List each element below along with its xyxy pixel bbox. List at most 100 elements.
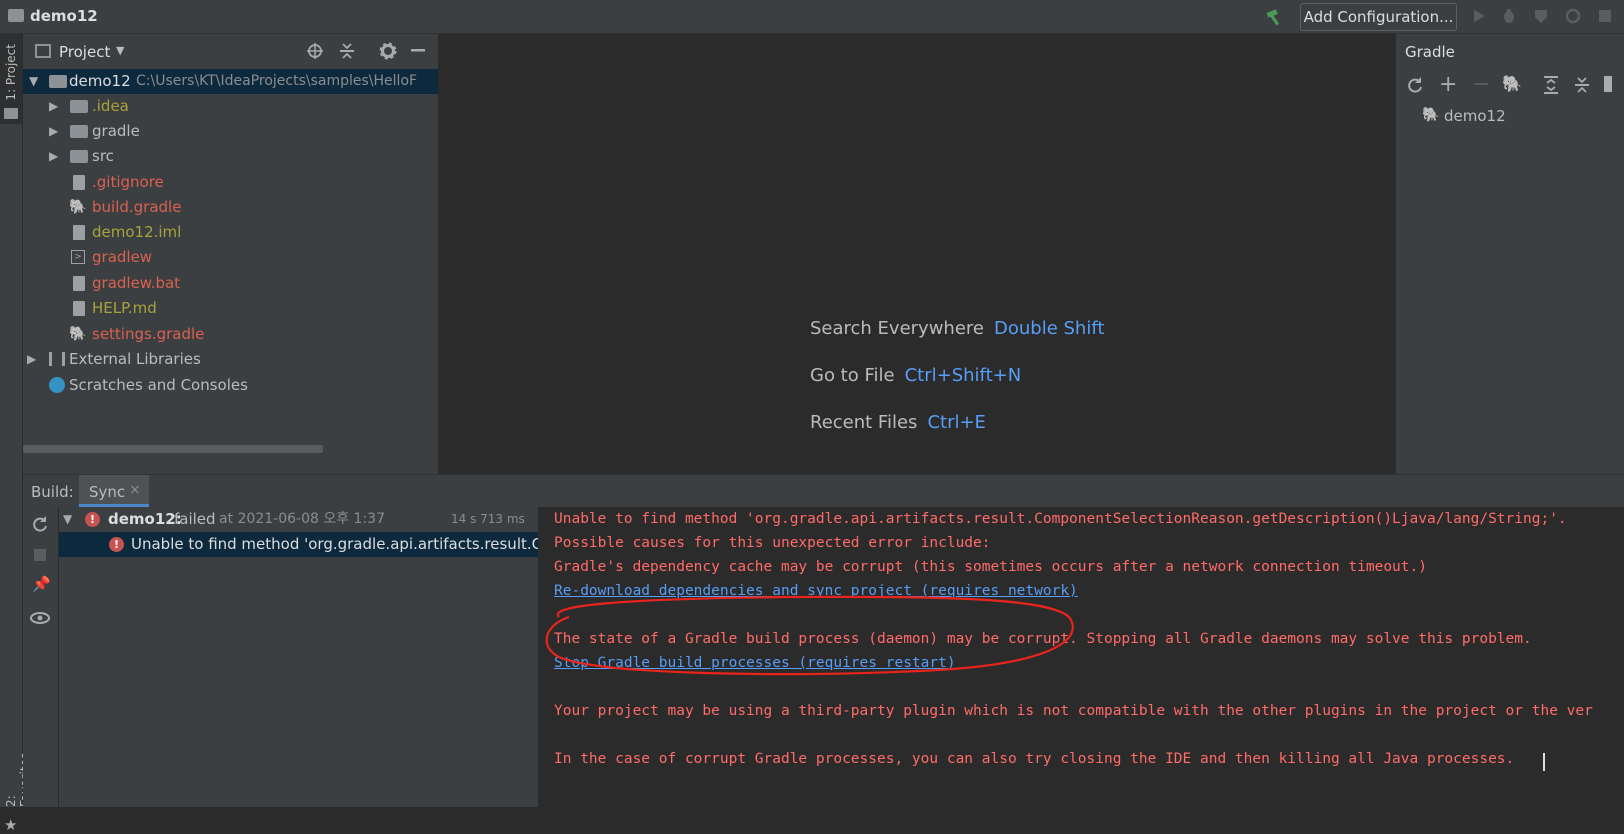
iml-file-icon: [73, 225, 85, 240]
build-error-text: Unable to find method 'org.gradle.api.ar…: [131, 535, 538, 553]
expand-all-icon[interactable]: [1543, 76, 1559, 94]
hint-recent-files: Recent Files Ctrl+E: [810, 412, 986, 433]
hint-shortcut: Double Shift: [994, 318, 1105, 339]
more-icon[interactable]: [1604, 76, 1612, 92]
collapse-all-icon[interactable]: [339, 42, 355, 60]
refresh-icon[interactable]: [31, 515, 49, 533]
tree-item-label: gradlew.bat: [92, 274, 181, 292]
tab-label: Sync: [89, 483, 126, 501]
build-result-time: at 2021-06-08 오후 1:37: [219, 511, 385, 527]
hint-shortcut: Ctrl+Shift+N: [904, 365, 1022, 386]
star-icon: ★: [4, 816, 18, 834]
stop-icon[interactable]: [34, 549, 46, 561]
build-error-row[interactable]: ! Unable to find method 'org.gradle.api.…: [59, 532, 538, 557]
tree-item-label: src: [92, 147, 114, 165]
chevron-right-icon[interactable]: ▶: [27, 347, 36, 372]
hint-action: Recent Files: [810, 412, 918, 433]
chevron-right-icon[interactable]: ▶: [49, 119, 58, 144]
horizontal-scrollbar[interactable]: [23, 445, 323, 453]
gradle-panel: Gradle + − 🐘 🐘 demo12: [1395, 34, 1624, 474]
tree-item-label: Scratches and Consoles: [69, 376, 248, 394]
coverage-icon[interactable]: [1532, 7, 1550, 25]
libraries-icon: [49, 352, 65, 366]
gradle-elephant-icon: 🐘: [69, 326, 87, 342]
tree-item-help-md[interactable]: HELP.md: [23, 296, 438, 321]
eye-icon[interactable]: [30, 611, 50, 625]
collapse-all-icon[interactable]: [1574, 76, 1590, 94]
run-icon[interactable]: [1471, 8, 1487, 24]
hand-drawn-annotation-circle: [545, 595, 1074, 676]
scratches-icon: [49, 377, 65, 393]
hint-action: Search Everywhere: [810, 318, 984, 339]
profile-icon[interactable]: [1564, 7, 1582, 25]
minimize-icon[interactable]: [411, 49, 425, 53]
tree-item-src[interactable]: ▶ src: [23, 144, 438, 169]
pin-icon[interactable]: 📌: [32, 575, 51, 593]
project-panel-header: Project ▼: [23, 34, 438, 69]
tree-item-external-libraries[interactable]: ▶ External Libraries: [23, 347, 438, 372]
module-folder-icon: [49, 75, 67, 88]
window-title: demo12: [30, 7, 98, 25]
tree-item-label: gradlew: [92, 248, 153, 266]
tree-item-settings-gradle[interactable]: 🐘 settings.gradle: [23, 322, 438, 347]
refresh-icon[interactable]: [1406, 76, 1424, 94]
error-icon: !: [85, 512, 100, 527]
build-console[interactable]: Unable to find method 'org.gradle.api.ar…: [539, 507, 1624, 807]
tree-item-label: build.gradle: [92, 198, 182, 216]
project-view-selector[interactable]: Project: [59, 43, 110, 61]
left-tool-stripe: 1: Project 2: Favorites ★: [0, 34, 32, 834]
project-panel: Project ▼ ▼ demo12 C:\Users\KT\IdeaProje…: [23, 34, 439, 474]
tree-item-gradle[interactable]: ▶ gradle: [23, 119, 438, 144]
tree-item-gradlew-bat[interactable]: gradlew.bat: [23, 271, 438, 296]
build-result-name: demo12:: [108, 510, 182, 528]
chevron-down-icon[interactable]: ▼: [116, 44, 124, 57]
gear-icon[interactable]: [379, 42, 397, 60]
tree-item-label: settings.gradle: [92, 325, 205, 343]
tree-item-gitignore[interactable]: .gitignore: [23, 170, 438, 195]
gradle-elephant-icon: 🐘: [69, 199, 87, 215]
chevron-down-icon[interactable]: ▼: [63, 507, 72, 532]
shell-script-icon: >: [71, 250, 85, 264]
build-hammer-icon[interactable]: [1265, 7, 1285, 27]
stop-icon[interactable]: [1598, 9, 1612, 23]
tree-item-label: External Libraries: [69, 350, 201, 368]
text-cursor: [1543, 753, 1545, 771]
chevron-right-icon[interactable]: ▶: [49, 94, 58, 119]
tree-item-scratches[interactable]: Scratches and Consoles: [23, 373, 438, 398]
debug-icon[interactable]: [1500, 7, 1518, 25]
root-name: demo12: [69, 72, 131, 90]
build-label: Build:: [31, 483, 74, 501]
markdown-file-icon: [73, 301, 85, 316]
hint-shortcut: Ctrl+E: [927, 412, 986, 433]
folder-icon: [70, 125, 88, 138]
tree-item-idea[interactable]: ▶ .idea: [23, 94, 438, 119]
tree-item-label: .idea: [92, 97, 129, 115]
hint-search-everywhere: Search Everywhere Double Shift: [810, 318, 1104, 339]
gradle-elephant-icon: 🐘: [1422, 107, 1440, 123]
close-icon[interactable]: ×: [129, 482, 141, 498]
add-icon[interactable]: +: [1439, 72, 1457, 97]
project-folder-icon: [8, 9, 24, 22]
tree-item-iml[interactable]: demo12.iml: [23, 220, 438, 245]
locate-icon[interactable]: [306, 42, 324, 60]
build-result-status: failed: [174, 510, 216, 528]
remove-icon[interactable]: −: [1472, 72, 1490, 97]
tree-row-root[interactable]: ▼ demo12 C:\Users\KT\IdeaProjects\sample…: [23, 69, 438, 94]
root-path: C:\Users\KT\IdeaProjects\samples\HelloF: [136, 73, 418, 89]
add-configuration-button[interactable]: Add Configuration...: [1300, 3, 1457, 31]
gradle-elephant-icon[interactable]: 🐘: [1502, 74, 1522, 93]
chevron-down-icon[interactable]: ▼: [29, 69, 38, 94]
build-tree: ▼ ! demo12: failed at 2021-06-08 오후 1:37…: [59, 507, 539, 807]
project-tool-tab[interactable]: 1: Project: [4, 44, 18, 101]
project-view-icon: [35, 44, 51, 58]
gradle-project-item[interactable]: demo12: [1444, 107, 1506, 125]
build-result-row[interactable]: ▼ ! demo12: failed at 2021-06-08 오후 1:37…: [59, 507, 538, 532]
tree-item-gradlew[interactable]: > gradlew: [23, 245, 438, 270]
gitignore-file-icon: [73, 175, 85, 190]
console-line: In the case of corrupt Gradle processes,…: [554, 751, 1515, 767]
hint-go-to-file: Go to File Ctrl+Shift+N: [810, 365, 1021, 386]
gradle-panel-title: Gradle: [1405, 43, 1455, 61]
chevron-right-icon[interactable]: ▶: [49, 144, 58, 169]
tree-item-build-gradle[interactable]: 🐘 build.gradle: [23, 195, 438, 220]
tab-sync[interactable]: Sync ×: [79, 475, 149, 507]
